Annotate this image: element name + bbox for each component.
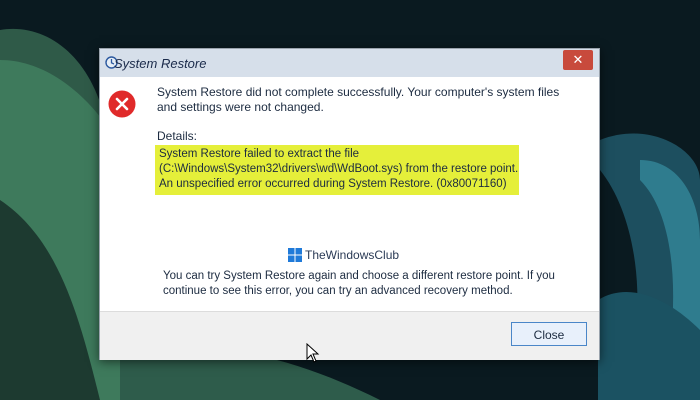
- error-icon: [108, 90, 136, 118]
- details-line: System Restore failed to extract the fil…: [159, 148, 360, 160]
- details-text: System Restore failed to extract the fil…: [159, 147, 519, 192]
- details-line: (C:\Windows\System32\drivers\wd\WdBoot.s…: [159, 163, 519, 175]
- dialog-content: System Restore did not complete successf…: [100, 77, 599, 311]
- advice-text: You can try System Restore again and cho…: [163, 270, 555, 297]
- mouse-cursor-icon: [306, 343, 320, 363]
- error-message: System Restore did not complete successf…: [157, 85, 560, 114]
- title-bar[interactable]: System Restore ✕: [100, 49, 599, 77]
- dialog-footer: Close: [100, 311, 599, 360]
- close-window-button[interactable]: ✕: [563, 50, 593, 70]
- windows-logo-icon: [288, 248, 302, 262]
- watermark-text: TheWindowsClub: [305, 248, 400, 262]
- close-button[interactable]: Close: [511, 322, 587, 346]
- details-label: Details:: [157, 129, 198, 143]
- system-restore-dialog: System Restore ✕ System Restore did not …: [99, 48, 600, 360]
- window-title: System Restore: [114, 56, 207, 71]
- details-line: An unspecified error occurred during Sys…: [159, 178, 507, 190]
- watermark: TheWindowsClub: [288, 247, 399, 263]
